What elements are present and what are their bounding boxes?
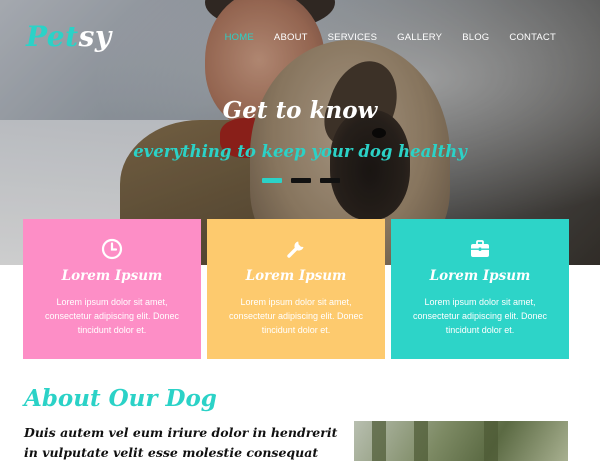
feature-card-title: Lorem Ipsum [429,268,531,284]
briefcase-icon [469,238,491,260]
wrench-icon [285,238,307,260]
site-logo[interactable]: Petsy [26,20,112,54]
logo-part-sy: sy [78,20,112,53]
nav-item-services[interactable]: SERVICES [318,31,387,45]
slider-dot-1[interactable] [262,178,282,183]
feature-card-3[interactable]: Lorem Ipsum Lorem ipsum dolor sit amet, … [391,219,569,359]
about-section-title: About Our Dog [24,385,217,412]
feature-card-text: Lorem ipsum dolor sit amet, consectetur … [228,297,364,335]
nav-item-about[interactable]: ABOUT [264,31,318,45]
feature-card-text: Lorem ipsum dolor sit amet, consectetur … [412,297,548,335]
nav-item-blog[interactable]: BLOG [452,31,499,45]
feature-card-1[interactable]: Lorem Ipsum Lorem ipsum dolor sit amet, … [23,219,201,359]
feature-cards: Lorem Ipsum Lorem ipsum dolor sit amet, … [23,219,569,359]
feature-card-2[interactable]: Lorem Ipsum Lorem ipsum dolor sit amet, … [207,219,385,359]
slider-indicators [262,178,340,183]
feature-card-title: Lorem Ipsum [61,268,163,284]
nav-item-home[interactable]: HOME [215,31,264,45]
nav-item-gallery[interactable]: GALLERY [387,31,452,45]
slider-dot-3[interactable] [320,178,340,183]
about-photo-tree [484,421,498,461]
feature-card-text: Lorem ipsum dolor sit amet, consectetur … [44,297,180,335]
about-photo-tree [372,421,386,461]
main-nav: HOME ABOUT SERVICES GALLERY BLOG CONTACT [215,31,566,45]
nav-item-contact[interactable]: CONTACT [499,31,566,45]
logo-part-pet: Pet [26,20,79,53]
hero-subtitle: everything to keep your dog healthy [133,142,467,161]
hero-title: Get to know [222,97,378,124]
about-dog-photo [354,421,568,461]
about-photo-tree [414,421,428,461]
slider-dot-2[interactable] [291,178,311,183]
clock-icon [101,238,123,260]
about-section-text: Duis autem vel eum iriure dolor in hendr… [24,425,338,460]
feature-card-title: Lorem Ipsum [245,268,347,284]
